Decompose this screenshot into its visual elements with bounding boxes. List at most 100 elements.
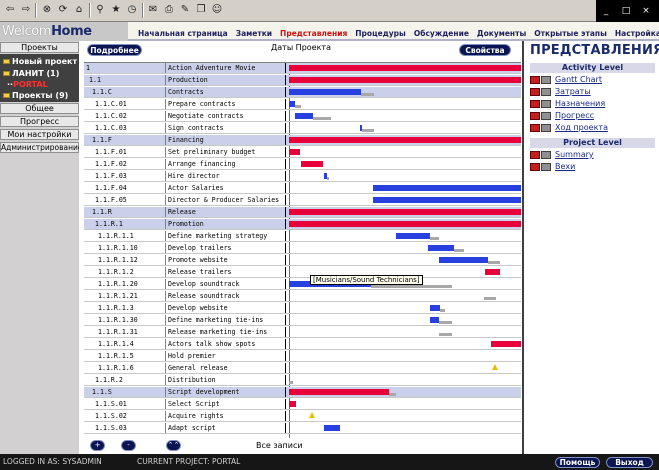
activity-link-3[interactable]: Прогресс xyxy=(530,111,594,122)
gantt-row[interactable]: 1.1.R.1.12 Promote website xyxy=(84,255,521,266)
back-icon[interactable]: ⇦ xyxy=(3,3,17,17)
gantt-bar[interactable] xyxy=(289,401,296,407)
nav-item-0[interactable]: Начальная страница xyxy=(138,29,228,38)
print-icon[interactable] xyxy=(541,99,551,108)
gantt-bar[interactable] xyxy=(430,317,439,323)
gantt-row[interactable]: 1.1.F.01 Set preliminary budget xyxy=(84,147,521,158)
progress-bar[interactable] xyxy=(439,321,452,324)
gantt-bar[interactable] xyxy=(289,89,361,95)
gantt-bar[interactable] xyxy=(289,221,521,227)
gantt-bar[interactable] xyxy=(373,185,521,191)
close-button[interactable]: × xyxy=(637,4,655,18)
help-button[interactable]: Помощь xyxy=(555,457,600,468)
mail-icon[interactable]: ✉ xyxy=(146,3,160,17)
print-icon[interactable] xyxy=(541,150,551,159)
maximize-button[interactable]: □ xyxy=(617,4,635,18)
gantt-bar[interactable] xyxy=(428,245,454,251)
discuss-icon[interactable]: ❐ xyxy=(194,3,208,17)
progress-bar[interactable] xyxy=(439,333,452,336)
gantt-row[interactable]: 1.1.R.1.20 Develop soundtrack xyxy=(84,279,521,290)
progress-bar[interactable] xyxy=(430,237,439,240)
gantt-row[interactable]: 1.1.S.02 Acquire rights xyxy=(84,411,521,422)
tree-item-projects[interactable]: Проекты (9) xyxy=(3,91,68,100)
progress-bar[interactable] xyxy=(440,309,445,312)
minimize-button[interactable]: _ xyxy=(597,4,615,18)
collapse-button[interactable]: - xyxy=(121,440,136,451)
messenger-icon[interactable]: ☺ xyxy=(210,3,224,17)
print-icon[interactable] xyxy=(541,111,551,120)
progress-bar[interactable] xyxy=(295,105,301,108)
view-link-label[interactable]: Summary xyxy=(555,150,594,159)
scroll-top-button[interactable]: ⌃⌃ xyxy=(166,440,181,451)
nav-item-2[interactable]: Представления xyxy=(280,29,347,38)
gantt-bar[interactable] xyxy=(295,113,313,119)
gantt-row[interactable]: 1.1.F.04 Actor Salaries xyxy=(84,183,521,194)
gantt-row[interactable]: 1.1.R Release xyxy=(84,207,521,218)
nav-item-4[interactable]: Обсуждение xyxy=(414,29,469,38)
progress-bar[interactable] xyxy=(484,297,496,300)
view-link-label[interactable]: Затраты xyxy=(555,87,591,96)
progress-bar[interactable] xyxy=(362,129,374,132)
nav-item-3[interactable]: Процедуры xyxy=(355,29,406,38)
gantt-bar[interactable] xyxy=(289,389,389,395)
tree-item-lanit[interactable]: ЛАНИТ (1) xyxy=(3,69,59,78)
progress-bar[interactable] xyxy=(488,261,500,264)
favorites-icon[interactable]: ★ xyxy=(109,3,123,17)
gantt-bar[interactable] xyxy=(289,149,300,155)
gantt-bar[interactable] xyxy=(289,65,521,71)
nav-item-5[interactable]: Документы xyxy=(477,29,526,38)
gantt-row[interactable]: 1.1.R.1.10 Develop trailers xyxy=(84,243,521,254)
gantt-row[interactable]: 1 Action Adventure Movie xyxy=(84,63,521,74)
gantt-row[interactable]: 1.1.F.02 Arrange financing xyxy=(84,159,521,170)
gantt-row[interactable]: 1.1.R.1.1 Define marketing strategy xyxy=(84,231,521,242)
progress-bar[interactable] xyxy=(389,393,396,396)
gantt-row[interactable]: 1.1.C.03 Sign contracts xyxy=(84,123,521,134)
properties-button[interactable]: Свойства xyxy=(459,44,511,56)
progress-bar[interactable] xyxy=(289,381,293,384)
print-icon[interactable] xyxy=(541,87,551,96)
nav-item-7[interactable]: Настройка xyxy=(615,29,659,38)
gantt-row[interactable]: 1.1.R.1.21 Release soundtrack xyxy=(84,291,521,302)
expand-button[interactable]: + xyxy=(90,440,105,451)
project-link-0[interactable]: Summary xyxy=(530,150,594,161)
stop-icon[interactable]: ⊗ xyxy=(40,3,54,17)
gantt-bar[interactable] xyxy=(396,233,430,239)
gantt-row[interactable]: 1.1.S Script development xyxy=(84,387,521,398)
milestone-marker[interactable] xyxy=(309,412,315,418)
sidebar-item-general[interactable]: Общее xyxy=(0,103,79,114)
view-link-label[interactable]: Назначения xyxy=(555,99,605,108)
activity-link-2[interactable]: Назначения xyxy=(530,99,605,110)
project-link-1[interactable]: Вехи xyxy=(530,162,575,173)
gantt-bar[interactable] xyxy=(289,137,521,143)
gantt-bar[interactable] xyxy=(491,341,521,347)
gantt-bar[interactable] xyxy=(430,305,440,311)
progress-bar[interactable] xyxy=(327,177,329,180)
gantt-row[interactable]: 1.1.F.05 Director & Producer Salaries xyxy=(84,195,521,206)
refresh-icon[interactable]: ⟳ xyxy=(56,3,70,17)
print-icon[interactable] xyxy=(541,162,551,171)
gantt-bar[interactable] xyxy=(301,161,323,167)
nav-item-6[interactable]: Открытые этапы xyxy=(534,29,607,38)
progress-bar[interactable] xyxy=(313,117,331,120)
gantt-row[interactable]: 1.1.R.2 Distribution xyxy=(84,375,521,386)
gantt-row[interactable]: 1.1.C Contracts xyxy=(84,87,521,98)
gantt-row[interactable]: 1.1.R.1.4 Actors talk show spots xyxy=(84,339,521,350)
gantt-row[interactable]: 1.1.R.1.6 General release xyxy=(84,363,521,374)
search-icon[interactable]: ⚲ xyxy=(93,3,107,17)
activity-link-0[interactable]: Gantt Chart xyxy=(530,75,602,86)
gantt-row[interactable]: 1.1.S.01 Select Script xyxy=(84,399,521,410)
activity-link-4[interactable]: Ход проекта xyxy=(530,123,608,134)
sidebar-item-progress[interactable]: Прогресс xyxy=(0,116,79,127)
gantt-row[interactable]: 1.1.R.1.30 Define marketing tie-ins xyxy=(84,315,521,326)
gantt-row[interactable]: 1.1.R.1.5 Hold premier xyxy=(84,351,521,362)
nav-item-1[interactable]: Заметки xyxy=(236,29,272,38)
print-icon[interactable] xyxy=(541,123,551,132)
gantt-row[interactable]: 1.1.C.01 Prepare contracts xyxy=(84,99,521,110)
gantt-row[interactable]: 1.1.S.03 Adapt script xyxy=(84,423,521,434)
gantt-bar[interactable] xyxy=(289,209,521,215)
gantt-bar[interactable] xyxy=(289,77,521,83)
history-icon[interactable]: ◷ xyxy=(125,3,139,17)
gantt-bar[interactable] xyxy=(373,197,521,203)
gantt-row[interactable]: 1.1.R.1.31 Release marketing tie-ins xyxy=(84,327,521,338)
progress-bar[interactable] xyxy=(371,285,452,288)
